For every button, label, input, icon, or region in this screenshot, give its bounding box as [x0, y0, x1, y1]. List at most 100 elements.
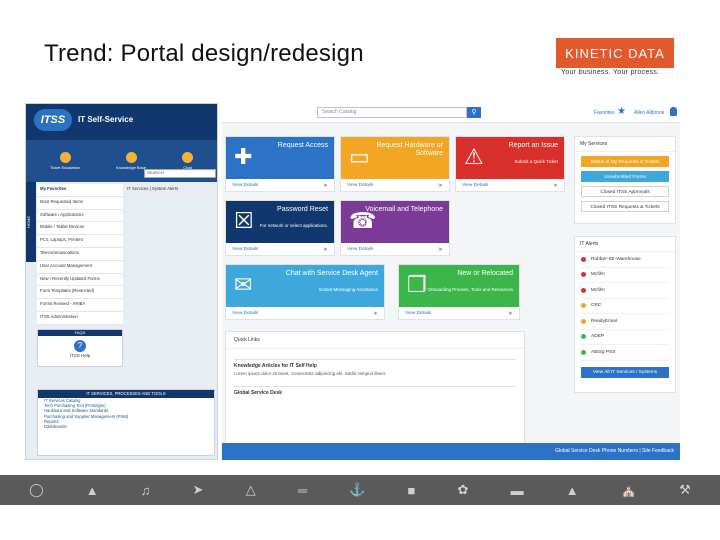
anchor-icon: ⚓ [349, 482, 366, 497]
faq-box[interactable]: FAQS ? ITSS Help [37, 328, 123, 367]
tile-subtitle: For network or select applications. [259, 223, 328, 228]
it-alerts-header: IT Alerts [575, 237, 675, 252]
my-services-panel: My Services Status of My Requests & Tick… [574, 136, 676, 224]
my-services-button[interactable]: Closed ITSS Requests & Tickets [581, 201, 669, 212]
nav-ticket-escalation[interactable]: Ticket Escalation [50, 152, 80, 170]
user-icon[interactable] [670, 107, 677, 116]
tools-panel: IT SERVICES, PROCESSES AND TOOLS IT Serv… [37, 389, 215, 456]
view-details-link[interactable]: View Details ➤ [341, 243, 449, 257]
alert-item[interactable]: ReadyEmail [581, 314, 669, 330]
service-tile[interactable]: ☒ Password Reset For network or select a… [225, 200, 335, 256]
kb-title[interactable]: Knowledge Articles for IT Self Help [234, 359, 516, 369]
service-tile[interactable]: ▭ Request Hardware or Software View Deta… [340, 136, 450, 192]
home-side-tab[interactable]: HOME [26, 182, 36, 262]
flower-icon: ✿ [457, 482, 469, 497]
alert-item[interactable]: Rubber-SE-Warehouse [581, 252, 669, 268]
my-services-button[interactable]: Closed ITSS Approvals [581, 186, 669, 197]
old-breadcrumb: IT Services | System Alerts [127, 186, 179, 191]
bridge-icon: ═ [297, 482, 308, 498]
tile-subtitle: Submit a Quick Ticket [514, 159, 558, 164]
list-item[interactable]: Forms Revised - ARIBA [37, 299, 123, 312]
service-tile[interactable]: ✉ Chat with Service Desk Agent Instant M… [225, 264, 385, 320]
service-tile[interactable]: ✚ Request Access View Details ➤ [225, 136, 335, 192]
list-item[interactable]: Form Templates (Restricted) [37, 286, 123, 300]
arrow-circle-icon: ➤ [437, 247, 443, 253]
list-item[interactable]: Telecommunications [37, 248, 123, 261]
old-search-input[interactable]: SEARCH [144, 169, 216, 178]
tree-icon: ▲ [565, 482, 579, 498]
list-item[interactable]: Software / Applications [37, 210, 123, 223]
list-item[interactable]: ITSS Administration [37, 312, 123, 325]
tile-title: Voicemail and Telephone [365, 206, 443, 213]
user-menu[interactable]: Allen Allbrook [634, 110, 664, 116]
status-dot-icon [581, 334, 586, 340]
alert-item[interactable]: Mcfilm [581, 283, 669, 299]
tile-title: Password Reset [277, 206, 328, 213]
arrow-circle-icon: ➤ [322, 247, 328, 253]
old-portal-title: IT Self-Service [78, 115, 134, 124]
alert-item[interactable]: Mcfilm [581, 268, 669, 283]
alert-item[interactable]: CRC [581, 299, 669, 314]
favorites-link[interactable]: Favorites [594, 110, 615, 116]
logo-tagline: Your business. Your process. [561, 69, 660, 76]
favorites-list: My Favorites Most Requested Items Softwa… [37, 184, 123, 325]
view-details-link[interactable]: View Details ➤ [226, 307, 384, 321]
list-item[interactable]: User Account Management [37, 261, 123, 274]
new-portal-footer[interactable]: Global Service Desk Phone Numbers | Site… [222, 443, 680, 460]
catalog-search-input[interactable]: Search Catalog [317, 107, 467, 118]
tile-title: Request Access [277, 142, 328, 149]
canoe-icon: ▬ [510, 482, 524, 498]
view-details-link[interactable]: View Details ➤ [226, 243, 334, 257]
tile-title: Chat with Service Desk Agent [285, 270, 378, 277]
list-item[interactable]: Most Requested Items [37, 197, 123, 210]
decorative-icon-strip: ◯ ▲ ♫ ➤ △ ═ ⚓ ■ ✿ ▬ ▲ ⛪ ⚒ [0, 475, 720, 505]
nav-knowledge-base[interactable]: Knowledge Base [116, 152, 146, 170]
list-item[interactable]: PCs, Laptops, Printers [37, 235, 123, 248]
alert-label: ABISg PSS [591, 349, 616, 355]
my-services-button[interactable]: Status of My Requests & Tickets [581, 156, 669, 167]
view-all-systems-button[interactable]: View All IT Services / Systems [581, 366, 669, 378]
tools-header: IT SERVICES, PROCESSES AND TOOLS [38, 390, 214, 398]
bike-icon: ◯ [29, 482, 44, 497]
alert-label: Mcfilm [591, 272, 605, 278]
house-icon: ⛪ [620, 482, 637, 497]
search-button[interactable]: ⚲ [467, 107, 481, 118]
list-item[interactable]: Mobile / Tablet Devices [37, 222, 123, 236]
alert-label: ADEP [591, 334, 605, 340]
service-tile[interactable]: ⚠ Report an Issue Submit a Quick Ticket … [455, 136, 565, 192]
view-details-link[interactable]: View Details ➤ [226, 179, 334, 193]
arrow-circle-icon: ➤ [552, 183, 558, 189]
alert-item[interactable]: ABISg PSS [581, 345, 669, 361]
service-tile[interactable]: ❒ New or Relocated Onboarding Process, T… [398, 264, 520, 320]
tile-subtitle: Instant Messaging Assistance [318, 287, 378, 292]
tile-header: ▭ Request Hardware or Software [341, 137, 449, 179]
book-icon [125, 152, 137, 163]
arrow-circle-icon: ➤ [437, 183, 443, 189]
star-icon[interactable]: ★ [617, 107, 626, 117]
status-dot-icon [581, 272, 586, 278]
status-dot-icon [581, 303, 586, 309]
alert-label: ReadyEmail [591, 318, 617, 324]
status-dot-icon [581, 256, 586, 262]
service-tile[interactable]: ☎ Voicemail and Telephone View Details ➤ [340, 200, 450, 256]
quick-links-header: Quick Links [226, 332, 524, 349]
tile-header: ✚ Request Access [226, 137, 334, 179]
new-portal-topbar: Search Catalog ⚲ Favorites ★ Allen Allbr… [222, 103, 680, 123]
view-details-link[interactable]: View Details ➤ [341, 179, 449, 193]
music-icon: ♫ [140, 482, 151, 498]
view-details-link[interactable]: View Details ➤ [456, 179, 564, 193]
chat-icon: ✉ [234, 272, 253, 297]
status-dot-icon [581, 287, 586, 293]
nav-chat[interactable]: Chat [182, 152, 193, 170]
alert-item[interactable]: ADEP [581, 330, 669, 345]
list-item[interactable]: New / Recently Updated Forms [37, 274, 123, 287]
old-portal-screenshot: ITSS IT Self-Service Ticket Escalation K… [25, 103, 218, 460]
faq-header: FAQS [38, 329, 122, 336]
status-dot-icon [581, 349, 586, 355]
my-services-button[interactable]: Unsubmitted Forms [581, 171, 669, 182]
kb-text: Lorem ipsum dolor sit amet, consectetur … [234, 371, 387, 376]
tools-link[interactable]: Dashboards [38, 424, 214, 429]
arrow-circle-icon: ➤ [322, 183, 328, 189]
view-details-link[interactable]: View Details ➤ [399, 307, 519, 321]
tile-subtitle: Onboarding Process, Tools and Resources [427, 287, 513, 292]
